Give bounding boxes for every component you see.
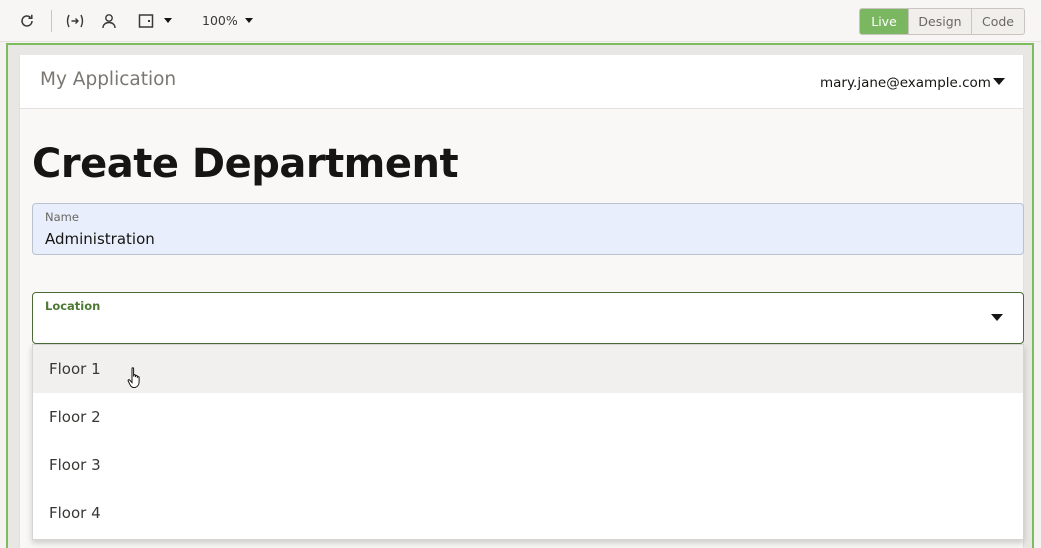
device-chevron-down-icon[interactable] [164,18,172,23]
dropdown-option-label: Floor 4 [49,504,101,522]
application-page: My Application mary.jane@example.com Cre… [19,55,1024,548]
variables-icon[interactable] [64,11,86,31]
dropdown-option[interactable]: Floor 3 [33,441,1023,489]
user-menu-chevron-down-icon[interactable] [993,78,1005,85]
hand-pointer-cursor-icon [127,366,145,394]
dropdown-option[interactable]: Floor 1 [33,345,1023,393]
user-icon[interactable] [99,11,119,31]
location-field-label: Location [45,299,101,313]
zoom-chevron-down-icon[interactable] [245,18,253,23]
mode-live-button[interactable]: Live [860,9,908,34]
location-chevron-down-icon[interactable] [991,314,1003,321]
name-field-label: Name [45,210,79,224]
mode-switcher: Live Design Code [859,8,1025,35]
live-preview-frame: My Application mary.jane@example.com Cre… [6,43,1034,548]
mode-design-button[interactable]: Design [908,9,971,34]
dropdown-option-label: Floor 3 [49,456,101,474]
refresh-icon[interactable] [17,11,37,31]
dropdown-option-label: Floor 1 [49,360,101,378]
designer-toolbar: 100% Live Design Code [0,0,1041,42]
page-title: Create Department [32,141,459,187]
name-input[interactable]: Administration [45,230,155,248]
toolbar-separator [51,10,52,32]
app-title: My Application [40,69,177,90]
user-menu-label[interactable]: mary.jane@example.com [820,75,991,91]
dropdown-option[interactable]: Floor 2 [33,393,1023,441]
dropdown-option-label: Floor 2 [49,408,101,426]
zoom-level[interactable]: 100% [202,13,238,28]
name-field[interactable]: Name Administration [32,203,1024,255]
mode-code-button[interactable]: Code [971,9,1024,34]
dropdown-option[interactable]: Floor 4 [33,489,1023,537]
device-icon[interactable] [136,11,156,31]
app-header: My Application mary.jane@example.com [20,55,1023,109]
location-select[interactable]: Location [32,292,1024,344]
location-dropdown-list: Floor 1 Floor 2 Floor 3 Floor 4 [32,344,1024,540]
